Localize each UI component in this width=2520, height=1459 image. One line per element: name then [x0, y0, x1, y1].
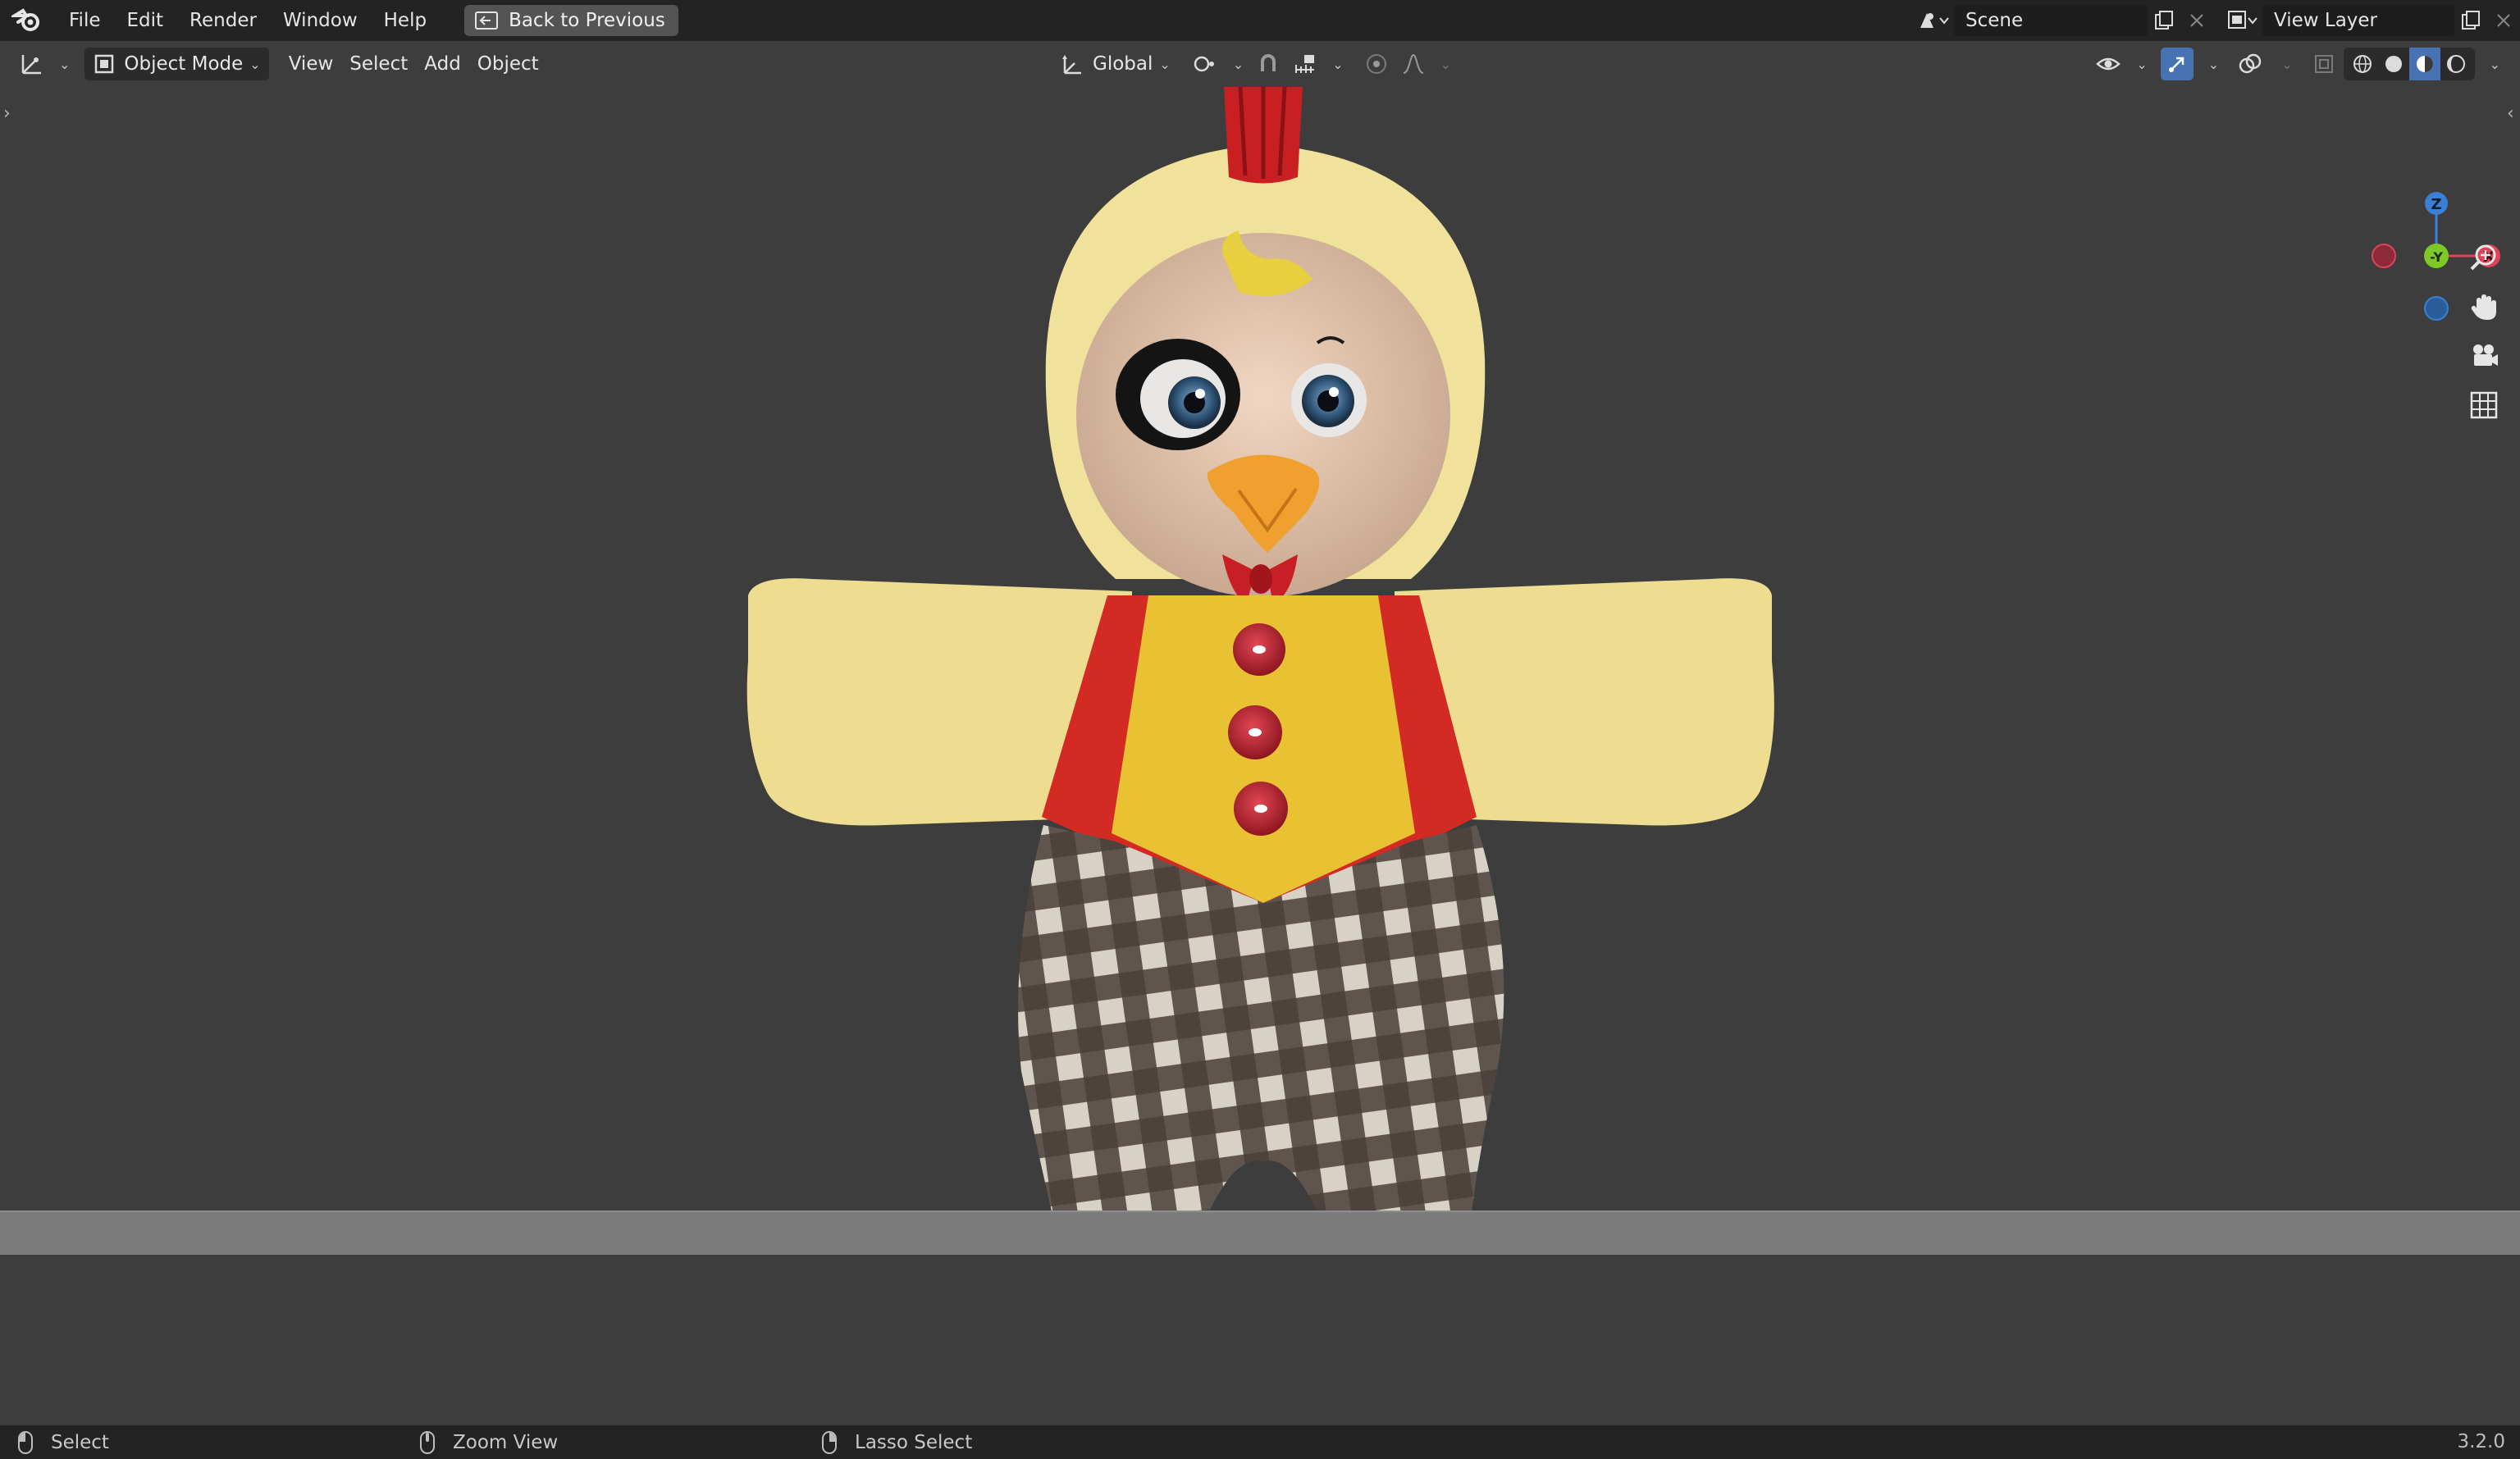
shading-mode-group — [2343, 48, 2475, 80]
chevron-down-icon: ⌄ — [2281, 56, 2293, 72]
viewport-display-tools: ⌄ ⌄ ⌄ ⌄ — [2087, 41, 2509, 87]
view-layer-selector: View Layer — [2221, 0, 2520, 41]
orientation-icon — [1062, 55, 1081, 75]
header-menu-view[interactable]: View — [281, 48, 342, 80]
pivot-point-icon — [1194, 56, 1214, 72]
wireframe-shading-icon[interactable] — [2347, 48, 2378, 80]
orientation-label: Global — [1093, 53, 1153, 75]
chevron-down-icon: ⌄ — [2136, 56, 2148, 72]
chevron-down-icon: ⌄ — [1440, 56, 1451, 72]
chevron-down-icon: ⌄ — [2207, 56, 2220, 72]
falloff-curve-icon — [1403, 53, 1423, 74]
left-mouse-button-icon — [18, 1430, 33, 1454]
pivot-point-dropdown[interactable]: ⌄ — [1184, 48, 1252, 80]
status-zoom-label: Zoom View — [453, 1431, 559, 1453]
viewport-background-lower — [0, 1255, 2520, 1425]
chevron-down-icon: ⌄ — [1159, 56, 1171, 72]
menu-help[interactable]: Help — [371, 0, 440, 41]
chevron-down-icon: ⌄ — [1232, 56, 1244, 72]
back-icon — [475, 11, 499, 30]
header-menu-select[interactable]: Select — [341, 48, 416, 80]
object-mode-icon — [95, 54, 114, 74]
menu-file[interactable]: File — [56, 0, 114, 41]
back-to-previous-label: Back to Previous — [509, 10, 665, 31]
menu-edit[interactable]: Edit — [114, 0, 177, 41]
ground-plane — [0, 1211, 2520, 1255]
overlays-toggle-icon[interactable] — [2234, 48, 2267, 80]
xray-toggle-icon[interactable] — [2308, 48, 2340, 80]
status-zoom-hint: Zoom View — [420, 1425, 558, 1459]
proportional-falloff-dropdown[interactable]: ⌄ — [1393, 48, 1459, 80]
solid-shading-icon[interactable] — [2378, 48, 2409, 80]
top-right-selectors: Scene View Layer — [1913, 0, 2520, 41]
overlays-dropdown[interactable]: ⌄ — [2267, 48, 2300, 80]
chevron-down-icon: ⌄ — [249, 56, 261, 72]
z-axis-label: Z — [2431, 196, 2441, 213]
snap-increment-icon — [1295, 55, 1315, 73]
menu-render[interactable]: Render — [176, 0, 270, 41]
3d-viewport[interactable]: › ‹ Z -Y X — [0, 87, 2520, 1297]
shading-dropdown[interactable]: ⌄ — [2475, 48, 2509, 80]
view-layer-name-field[interactable]: View Layer — [2262, 5, 2454, 36]
header-menu-object[interactable]: Object — [469, 48, 547, 80]
toggle-perspective-grid-icon[interactable] — [2463, 384, 2505, 426]
gizmo-toggle-icon[interactable] — [2160, 48, 2194, 80]
chicken-model-render — [746, 87, 1774, 1297]
visibility-dropdown[interactable]: ⌄ — [2087, 48, 2155, 80]
scene-name-field[interactable]: Scene — [1954, 5, 2148, 36]
transform-orientation-dropdown[interactable]: Global ⌄ — [1052, 48, 1179, 80]
material-preview-shading-icon[interactable] — [2408, 48, 2440, 80]
chevron-down-icon: ⌄ — [59, 56, 71, 72]
new-view-layer-icon[interactable] — [2454, 5, 2487, 36]
zoom-view-icon[interactable] — [2463, 236, 2505, 279]
camera-view-icon[interactable] — [2463, 335, 2505, 377]
chevron-down-icon: ⌄ — [1332, 56, 1344, 72]
proportional-editing-icon[interactable] — [1360, 48, 1393, 80]
header-menu-add[interactable]: Add — [416, 48, 469, 80]
delete-view-layer-icon[interactable] — [2487, 5, 2520, 36]
view-layer-type-icon[interactable] — [2221, 5, 2262, 36]
back-to-previous-button[interactable]: Back to Previous — [464, 5, 678, 36]
scene-type-icon[interactable] — [1913, 5, 1954, 36]
neg-z-axis-handle[interactable] — [2424, 296, 2449, 321]
new-scene-icon[interactable] — [2148, 5, 2180, 36]
status-bar: Select Zoom View Lasso Select 3.2.0 — [0, 1425, 2520, 1459]
right-mouse-button-icon — [822, 1430, 837, 1454]
gizmo-dropdown[interactable]: ⌄ — [2194, 48, 2227, 80]
viewport-header: ⌄ Object Mode ⌄ View Select Add Object G… — [0, 41, 2520, 87]
object-mode-label: Object Mode — [124, 53, 244, 75]
menu-window[interactable]: Window — [270, 0, 371, 41]
snap-target-dropdown[interactable]: ⌄ — [1285, 48, 1351, 80]
scene-selector: Scene — [1913, 0, 2213, 41]
chevron-down-icon: ⌄ — [2489, 56, 2500, 72]
delete-scene-icon[interactable] — [2180, 5, 2213, 36]
top-bar: File Edit Render Window Help Back to Pre… — [0, 0, 2520, 41]
transform-tools: Global ⌄ ⌄ ⌄ ⌄ — [1052, 41, 1459, 87]
object-mode-dropdown[interactable]: Object Mode ⌄ — [84, 48, 269, 80]
neg-x-axis-handle[interactable] — [2372, 244, 2396, 268]
status-lasso-hint: Lasso Select — [822, 1425, 972, 1459]
blender-logo-icon[interactable] — [11, 4, 44, 37]
rendered-shading-icon[interactable] — [2440, 48, 2472, 80]
editor-type-button[interactable]: ⌄ — [11, 48, 78, 80]
version-label: 3.2.0 — [2457, 1431, 2505, 1452]
y-axis-label: -Y — [2430, 249, 2443, 265]
status-select-label: Select — [51, 1431, 109, 1453]
eye-icon — [2096, 57, 2121, 71]
status-lasso-label: Lasso Select — [855, 1431, 973, 1453]
status-select-hint: Select — [18, 1425, 109, 1459]
pan-view-hand-icon[interactable] — [2463, 285, 2505, 328]
middle-mouse-button-icon — [420, 1430, 435, 1454]
snap-toggle-icon[interactable] — [1252, 48, 1285, 80]
editor-type-icon — [21, 55, 41, 75]
